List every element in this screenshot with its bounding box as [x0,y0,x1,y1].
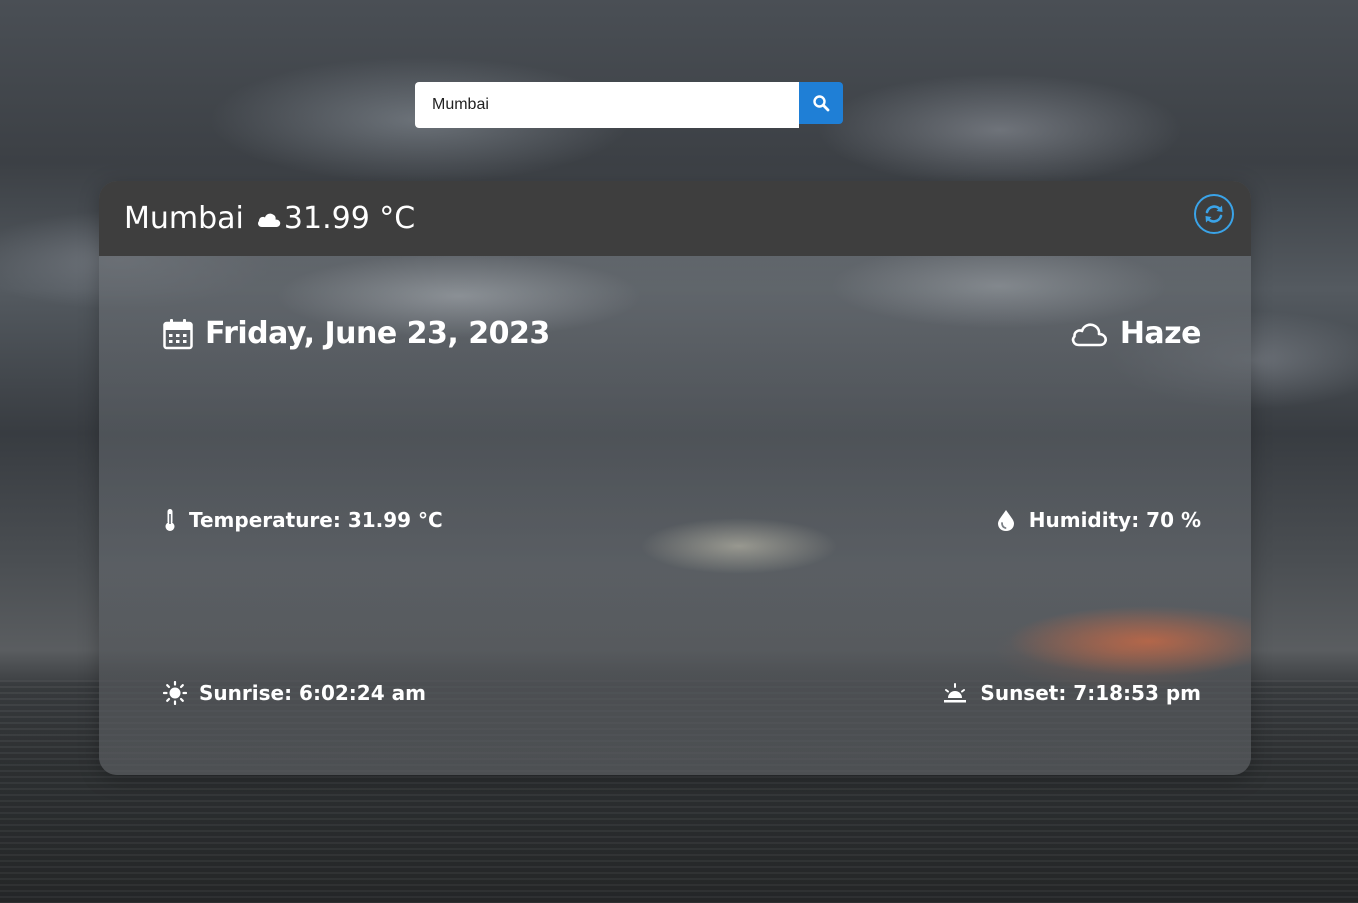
date-item: Friday, June 23, 2023 [163,316,550,351]
header-title: Mumbai 31.99 °C [124,201,415,236]
humidity-item: Humidity: 70 % [995,508,1201,532]
card-body: Friday, June 23, 2023 Haze Temperature: … [99,256,1251,775]
search-icon [813,95,830,112]
temperature-item: Temperature: 31.99 °C [163,508,443,532]
weather-card: Mumbai 31.99 °C Friday, June 23, 2023 Ha… [99,181,1251,775]
sunset-icon [944,683,967,703]
sunrise-item: Sunrise: 6:02:24 am [163,681,426,705]
sunset-item: Sunset: 7:18:53 pm [942,681,1201,705]
humidity-text: Humidity: 70 % [1028,508,1201,532]
temperature-text: Temperature: 31.99 °C [189,508,443,532]
water-drop-icon [997,510,1014,531]
cloud-outline-icon [1071,322,1107,346]
search-bar [415,82,843,128]
cloud-icon [257,213,281,227]
condition-item: Haze [1070,316,1202,351]
sunrise-text: Sunrise: 6:02:24 am [199,681,426,705]
thermometer-icon [165,509,175,531]
date-text: Friday, June 23, 2023 [205,316,550,351]
header-temperature: 31.99 °C [283,201,416,236]
card-header: Mumbai 31.99 °C [99,181,1251,256]
sun-icon [163,681,187,705]
refresh-button[interactable] [1194,194,1234,234]
sunrise-sunset-row: Sunrise: 6:02:24 am Sunset: 7:18:53 pm [163,681,1201,705]
search-input[interactable] [415,82,799,128]
temp-humidity-row: Temperature: 31.99 °C Humidity: 70 % [163,508,1201,532]
refresh-icon [1205,205,1223,223]
calendar-icon [163,318,193,349]
sunset-text: Sunset: 7:18:53 pm [980,681,1201,705]
date-row: Friday, June 23, 2023 Haze [163,316,1202,351]
search-button[interactable] [799,82,843,124]
header-city: Mumbai [124,201,244,236]
condition-text: Haze [1119,316,1202,351]
